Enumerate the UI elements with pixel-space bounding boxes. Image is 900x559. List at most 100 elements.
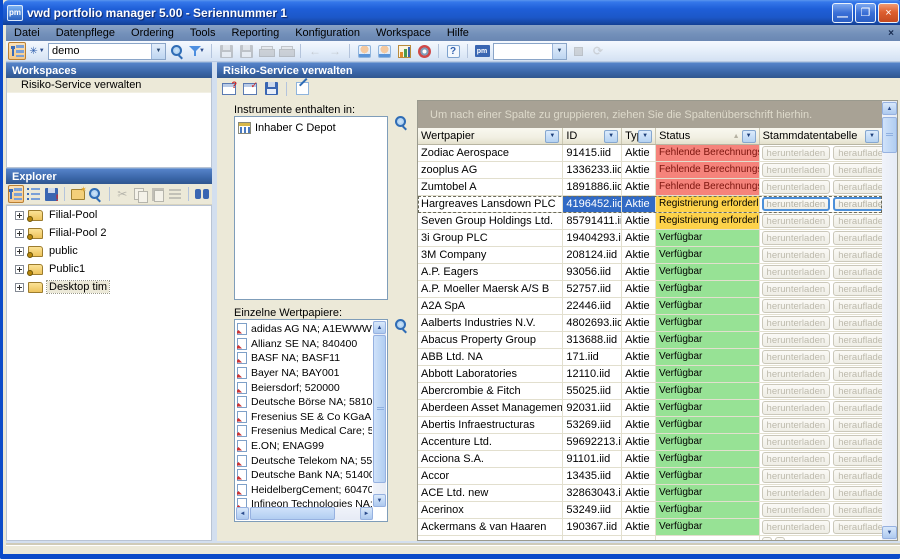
cell-wertpapier[interactable]: Aberdeen Asset Management (418, 400, 563, 416)
explorer-tree-view-button[interactable] (8, 185, 24, 203)
menu-item-ordering[interactable]: Ordering (123, 25, 182, 41)
grid-row[interactable]: ABB Ltd. NA 171.iid Aktie Verfügbar heru… (418, 349, 882, 366)
herunterladen-button[interactable]: herunterladen (762, 503, 831, 517)
herunterladen-button[interactable]: herunterladen (762, 452, 831, 466)
herunterladen-button[interactable]: herunterladen (762, 282, 831, 296)
order-book-button[interactable] (375, 42, 393, 60)
filter-button[interactable]: ▼ (188, 42, 206, 60)
grid-row[interactable]: 3M Company 208124.iid Aktie Verfügbar he… (418, 247, 882, 264)
grid-row[interactable]: A2A SpA 22446.iid Aktie Verfügbar herunt… (418, 298, 882, 315)
securities-search-button[interactable] (393, 317, 409, 333)
cell-wertpapier[interactable] (418, 536, 563, 540)
security-list-item[interactable]: Fresenius SE & Co KGaA; 5785 (237, 410, 372, 425)
scrollbar-thumb[interactable] (250, 507, 335, 520)
heraufladen-button[interactable]: heraufladen (833, 520, 882, 534)
heraufladen-button[interactable]: heraufladen (833, 316, 882, 330)
securities-vertical-scrollbar[interactable]: ▲ ▼ (373, 321, 386, 507)
herunterladen-button[interactable]: herunterladen (762, 299, 831, 313)
heraufladen-button[interactable]: heraufladen (833, 197, 882, 211)
explorer-tree-item[interactable]: public (7, 242, 211, 260)
cell-typ[interactable]: Aktie (622, 247, 656, 263)
cell-typ[interactable]: Aktie (622, 519, 656, 535)
column-filter-dropdown-icon[interactable]: ▼ (865, 130, 879, 143)
cell-id[interactable]: 313688.iid (563, 332, 622, 348)
menu-item-datei[interactable]: Datei (6, 25, 48, 41)
cell-wertpapier[interactable]: Abercrombie & Fitch (418, 383, 563, 399)
cell-id[interactable]: 208124.iid (563, 247, 622, 263)
grid-row[interactable]: Accenture Ltd. 59692213.iid Aktie Verfüg… (418, 434, 882, 451)
grid-row[interactable]: Abacus Property Group 313688.iid Aktie V… (418, 332, 882, 349)
cell-wertpapier[interactable]: ABB Ltd. NA (418, 349, 563, 365)
scroll-up-button[interactable]: ▲ (882, 102, 897, 115)
cell-wertpapier[interactable]: Zumtobel A (418, 179, 563, 195)
panel-edit-button[interactable] (293, 80, 311, 98)
column-filter-dropdown-icon[interactable]: ▼ (604, 130, 618, 143)
grid-row[interactable] (418, 536, 882, 540)
column-filter-dropdown-icon[interactable]: ▼ (638, 130, 652, 143)
cell-wertpapier[interactable]: A.P. Moeller Maersk A/S B (418, 281, 563, 297)
heraufladen-button[interactable]: heraufladen (833, 282, 882, 296)
column-header-status[interactable]: Status ▲ ▼ (656, 128, 760, 144)
heraufladen-button[interactable]: heraufladen (833, 418, 882, 432)
check-ok-button[interactable] (241, 80, 259, 98)
menu-item-reporting[interactable]: Reporting (224, 25, 288, 41)
grid-row[interactable]: Acciona S.A. 91101.iid Aktie Verfügbar h… (418, 451, 882, 468)
cell-typ[interactable]: Aktie (622, 298, 656, 314)
instrument-item[interactable]: Inhaber C Depot (238, 120, 384, 135)
back-button[interactable]: ← (306, 42, 324, 60)
cell-wertpapier[interactable]: Accenture Ltd. (418, 434, 563, 450)
security-list-item[interactable]: Beiersdorf; 520000 (237, 380, 372, 395)
explorer-list-view-button[interactable] (26, 185, 42, 203)
paste-button[interactable] (150, 185, 166, 203)
cell-wertpapier[interactable]: Aalberts Industries N.V. (418, 315, 563, 331)
cell-id[interactable]: 1891886.iid (563, 179, 622, 195)
analysis-button[interactable] (415, 42, 433, 60)
security-list-item[interactable]: Fresenius Medical Care; 57858 (237, 424, 372, 439)
workspace-combobox[interactable]: demo ▼ (48, 43, 166, 60)
herunterladen-button[interactable]: herunterladen (762, 214, 831, 228)
cell-typ[interactable]: Aktie (622, 485, 656, 501)
cell-id[interactable]: 59692213.iid (563, 434, 622, 450)
favorites-button[interactable]: ✳▼ (28, 42, 46, 60)
security-list-item[interactable]: Infineon Technologies NA; 623 (237, 497, 372, 507)
explorer-tree-item[interactable]: Filial-Pool (7, 206, 211, 224)
grid-row[interactable]: Ackermans & van Haaren 190367.iid Aktie … (418, 519, 882, 536)
explorer-tree-item[interactable]: Filial-Pool 2 (7, 224, 211, 242)
herunterladen-button[interactable]: herunterladen (762, 418, 831, 432)
cell-id[interactable]: 32863043.iid (563, 485, 622, 501)
herunterladen-button[interactable]: herunterladen (762, 231, 831, 245)
cell-typ[interactable]: Aktie (622, 400, 656, 416)
grid-row[interactable]: A.P. Moeller Maersk A/S B 52757.iid Akti… (418, 281, 882, 298)
heraufladen-button[interactable]: heraufladen (833, 401, 882, 415)
security-list-item[interactable]: Deutsche Börse NA; 581005 (237, 395, 372, 410)
cell-typ[interactable]: Aktie (622, 332, 656, 348)
security-list-item[interactable]: Deutsche Bank NA; 514000 (237, 468, 372, 483)
herunterladen-button[interactable]: herunterladen (762, 316, 831, 330)
heraufladen-button[interactable]: heraufladen (833, 248, 882, 262)
security-list-item[interactable]: adidas AG NA; A1EWWW (237, 322, 372, 337)
save-button[interactable] (217, 42, 235, 60)
new-folder-button[interactable] (70, 185, 86, 203)
security-list-item[interactable]: E.ON; ENAG99 (237, 439, 372, 454)
grid-row[interactable]: Abercrombie & Fitch 55025.iid Aktie Verf… (418, 383, 882, 400)
herunterladen-button[interactable]: herunterladen (762, 248, 831, 262)
heraufladen-button[interactable]: heraufladen (833, 469, 882, 483)
cell-id[interactable]: 19404293.iid (563, 230, 622, 246)
cell-typ[interactable] (622, 536, 656, 540)
menu-item-workspace[interactable]: Workspace (368, 25, 439, 41)
menu-item-konfiguration[interactable]: Konfiguration (287, 25, 368, 41)
panel-save-button[interactable] (262, 80, 280, 98)
maximize-button[interactable]: ❐ (855, 3, 876, 23)
herunterladen-button[interactable]: herunterladen (762, 401, 831, 415)
combobox-dropdown-icon[interactable]: ▼ (151, 44, 165, 59)
cell-wertpapier[interactable]: ACE Ltd. new (418, 485, 563, 501)
scroll-right-button[interactable]: ► (360, 507, 373, 520)
cell-wertpapier[interactable]: Hargreaves Lansdown PLC (418, 196, 563, 212)
heraufladen-button[interactable]: heraufladen (833, 214, 882, 228)
herunterladen-button[interactable]: herunterladen (762, 367, 831, 381)
herunterladen-button[interactable]: herunterladen (762, 265, 831, 279)
securities-horizontal-scrollbar[interactable]: ◄ ► (236, 507, 373, 520)
heraufladen-button[interactable]: heraufladen (833, 333, 882, 347)
cell-id[interactable]: 12110.iid (563, 366, 622, 382)
cell-wertpapier[interactable]: Acciona S.A. (418, 451, 563, 467)
